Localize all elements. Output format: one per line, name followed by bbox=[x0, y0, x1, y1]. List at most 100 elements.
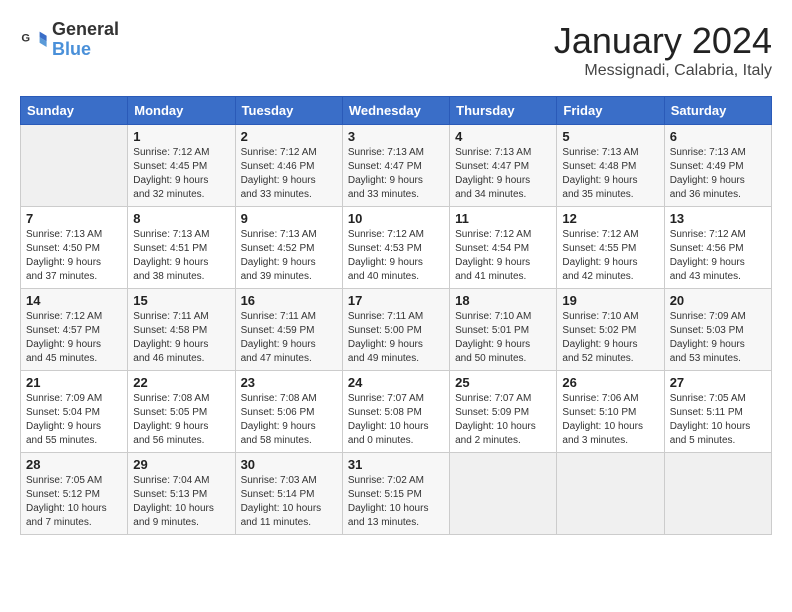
day-number: 12 bbox=[562, 211, 658, 226]
month-title: January 2024 bbox=[554, 20, 772, 62]
day-info: Sunrise: 7:07 AM Sunset: 5:09 PM Dayligh… bbox=[455, 392, 551, 448]
day-number: 6 bbox=[670, 129, 766, 144]
logo-line2: Blue bbox=[52, 39, 91, 59]
day-number: 22 bbox=[133, 375, 229, 390]
logo: G General Blue bbox=[20, 20, 119, 60]
calendar-week-1: 7 Sunrise: 7:13 AM Sunset: 4:50 PM Daylig… bbox=[21, 207, 772, 289]
calendar-cell: 28 Sunrise: 7:05 AM Sunset: 5:12 PM Dayli… bbox=[21, 453, 128, 535]
day-info: Sunrise: 7:10 AM Sunset: 5:02 PM Dayligh… bbox=[562, 310, 658, 366]
day-number: 8 bbox=[133, 211, 229, 226]
day-info: Sunrise: 7:12 AM Sunset: 4:53 PM Dayligh… bbox=[348, 228, 444, 284]
day-number: 18 bbox=[455, 293, 551, 308]
day-info: Sunrise: 7:13 AM Sunset: 4:48 PM Dayligh… bbox=[562, 146, 658, 202]
day-info: Sunrise: 7:05 AM Sunset: 5:11 PM Dayligh… bbox=[670, 392, 766, 448]
day-number: 7 bbox=[26, 211, 122, 226]
day-info: Sunrise: 7:13 AM Sunset: 4:49 PM Dayligh… bbox=[670, 146, 766, 202]
calendar-cell: 27 Sunrise: 7:05 AM Sunset: 5:11 PM Dayli… bbox=[664, 371, 771, 453]
day-number: 5 bbox=[562, 129, 658, 144]
calendar-cell: 18 Sunrise: 7:10 AM Sunset: 5:01 PM Dayli… bbox=[450, 289, 557, 371]
day-info: Sunrise: 7:13 AM Sunset: 4:52 PM Dayligh… bbox=[241, 228, 337, 284]
day-number: 28 bbox=[26, 457, 122, 472]
logo-line1: General bbox=[52, 20, 119, 40]
calendar-cell: 17 Sunrise: 7:11 AM Sunset: 5:00 PM Dayli… bbox=[342, 289, 449, 371]
day-number: 17 bbox=[348, 293, 444, 308]
day-info: Sunrise: 7:09 AM Sunset: 5:04 PM Dayligh… bbox=[26, 392, 122, 448]
day-info: Sunrise: 7:13 AM Sunset: 4:47 PM Dayligh… bbox=[348, 146, 444, 202]
calendar-cell: 6 Sunrise: 7:13 AM Sunset: 4:49 PM Daylig… bbox=[664, 125, 771, 207]
calendar-cell: 13Sunrise: 7:12 AM Sunset: 4:56 PM Dayli… bbox=[664, 207, 771, 289]
calendar-cell: 5 Sunrise: 7:13 AM Sunset: 4:48 PM Daylig… bbox=[557, 125, 664, 207]
calendar-cell: 4Sunrise: 7:13 AM Sunset: 4:47 PM Daylig… bbox=[450, 125, 557, 207]
day-info: Sunrise: 7:09 AM Sunset: 5:03 PM Dayligh… bbox=[670, 310, 766, 366]
calendar-table: SundayMondayTuesdayWednesdayThursdayFrid… bbox=[20, 96, 772, 535]
calendar-cell: 2Sunrise: 7:12 AM Sunset: 4:46 PM Daylig… bbox=[235, 125, 342, 207]
calendar-cell: 19 Sunrise: 7:10 AM Sunset: 5:02 PM Dayli… bbox=[557, 289, 664, 371]
day-info: Sunrise: 7:11 AM Sunset: 5:00 PM Dayligh… bbox=[348, 310, 444, 366]
day-info: Sunrise: 7:11 AM Sunset: 4:59 PM Dayligh… bbox=[241, 310, 337, 366]
title-block: January 2024 Messignadi, Calabria, Italy bbox=[554, 20, 772, 80]
calendar-cell bbox=[450, 453, 557, 535]
day-number: 30 bbox=[241, 457, 337, 472]
day-number: 27 bbox=[670, 375, 766, 390]
calendar-cell bbox=[664, 453, 771, 535]
calendar-cell: 31Sunrise: 7:02 AM Sunset: 5:15 PM Dayli… bbox=[342, 453, 449, 535]
day-info: Sunrise: 7:13 AM Sunset: 4:50 PM Dayligh… bbox=[26, 228, 122, 284]
weekday-header-wednesday: Wednesday bbox=[342, 97, 449, 125]
day-number: 9 bbox=[241, 211, 337, 226]
calendar-cell: 20 Sunrise: 7:09 AM Sunset: 5:03 PM Dayli… bbox=[664, 289, 771, 371]
day-info: Sunrise: 7:06 AM Sunset: 5:10 PM Dayligh… bbox=[562, 392, 658, 448]
day-number: 15 bbox=[133, 293, 229, 308]
calendar-cell: 10Sunrise: 7:12 AM Sunset: 4:53 PM Dayli… bbox=[342, 207, 449, 289]
day-number: 25 bbox=[455, 375, 551, 390]
calendar-cell: 22 Sunrise: 7:08 AM Sunset: 5:05 PM Dayli… bbox=[128, 371, 235, 453]
calendar-cell: 7 Sunrise: 7:13 AM Sunset: 4:50 PM Daylig… bbox=[21, 207, 128, 289]
day-number: 16 bbox=[241, 293, 337, 308]
calendar-cell: 21Sunrise: 7:09 AM Sunset: 5:04 PM Dayli… bbox=[21, 371, 128, 453]
calendar-cell: 29Sunrise: 7:04 AM Sunset: 5:13 PM Dayli… bbox=[128, 453, 235, 535]
calendar-cell: 26 Sunrise: 7:06 AM Sunset: 5:10 PM Dayli… bbox=[557, 371, 664, 453]
calendar-cell: 14Sunrise: 7:12 AM Sunset: 4:57 PM Dayli… bbox=[21, 289, 128, 371]
weekday-header-thursday: Thursday bbox=[450, 97, 557, 125]
calendar-body: 1Sunrise: 7:12 AM Sunset: 4:45 PM Daylig… bbox=[21, 125, 772, 535]
day-number: 24 bbox=[348, 375, 444, 390]
calendar-cell: 9 Sunrise: 7:13 AM Sunset: 4:52 PM Daylig… bbox=[235, 207, 342, 289]
day-info: Sunrise: 7:04 AM Sunset: 5:13 PM Dayligh… bbox=[133, 474, 229, 530]
calendar-week-0: 1Sunrise: 7:12 AM Sunset: 4:45 PM Daylig… bbox=[21, 125, 772, 207]
day-info: Sunrise: 7:12 AM Sunset: 4:45 PM Dayligh… bbox=[133, 146, 229, 202]
day-info: Sunrise: 7:08 AM Sunset: 5:05 PM Dayligh… bbox=[133, 392, 229, 448]
calendar-cell: 23Sunrise: 7:08 AM Sunset: 5:06 PM Dayli… bbox=[235, 371, 342, 453]
calendar-cell: 8 Sunrise: 7:13 AM Sunset: 4:51 PM Daylig… bbox=[128, 207, 235, 289]
weekday-header-row: SundayMondayTuesdayWednesdayThursdayFrid… bbox=[21, 97, 772, 125]
day-info: Sunrise: 7:12 AM Sunset: 4:55 PM Dayligh… bbox=[562, 228, 658, 284]
day-info: Sunrise: 7:13 AM Sunset: 4:51 PM Dayligh… bbox=[133, 228, 229, 284]
day-info: Sunrise: 7:13 AM Sunset: 4:47 PM Dayligh… bbox=[455, 146, 551, 202]
day-info: Sunrise: 7:07 AM Sunset: 5:08 PM Dayligh… bbox=[348, 392, 444, 448]
day-info: Sunrise: 7:05 AM Sunset: 5:12 PM Dayligh… bbox=[26, 474, 122, 530]
day-info: Sunrise: 7:08 AM Sunset: 5:06 PM Dayligh… bbox=[241, 392, 337, 448]
calendar-week-2: 14Sunrise: 7:12 AM Sunset: 4:57 PM Dayli… bbox=[21, 289, 772, 371]
day-info: Sunrise: 7:12 AM Sunset: 4:54 PM Dayligh… bbox=[455, 228, 551, 284]
logo-text: General Blue bbox=[52, 20, 119, 60]
calendar-cell bbox=[557, 453, 664, 535]
day-number: 11 bbox=[455, 211, 551, 226]
day-info: Sunrise: 7:12 AM Sunset: 4:46 PM Dayligh… bbox=[241, 146, 337, 202]
calendar-cell: 11 Sunrise: 7:12 AM Sunset: 4:54 PM Dayli… bbox=[450, 207, 557, 289]
weekday-header-saturday: Saturday bbox=[664, 97, 771, 125]
page-header: G General Blue January 2024 Messignadi, … bbox=[20, 20, 772, 80]
calendar-cell: 25 Sunrise: 7:07 AM Sunset: 5:09 PM Dayli… bbox=[450, 371, 557, 453]
calendar-cell: 24 Sunrise: 7:07 AM Sunset: 5:08 PM Dayli… bbox=[342, 371, 449, 453]
day-number: 3 bbox=[348, 129, 444, 144]
day-number: 26 bbox=[562, 375, 658, 390]
calendar-cell: 1Sunrise: 7:12 AM Sunset: 4:45 PM Daylig… bbox=[128, 125, 235, 207]
calendar-week-3: 21Sunrise: 7:09 AM Sunset: 5:04 PM Dayli… bbox=[21, 371, 772, 453]
weekday-header-friday: Friday bbox=[557, 97, 664, 125]
day-info: Sunrise: 7:12 AM Sunset: 4:56 PM Dayligh… bbox=[670, 228, 766, 284]
day-number: 19 bbox=[562, 293, 658, 308]
calendar-cell: 15 Sunrise: 7:11 AM Sunset: 4:58 PM Dayli… bbox=[128, 289, 235, 371]
day-info: Sunrise: 7:10 AM Sunset: 5:01 PM Dayligh… bbox=[455, 310, 551, 366]
calendar-cell: 16 Sunrise: 7:11 AM Sunset: 4:59 PM Dayli… bbox=[235, 289, 342, 371]
day-info: Sunrise: 7:11 AM Sunset: 4:58 PM Dayligh… bbox=[133, 310, 229, 366]
day-number: 20 bbox=[670, 293, 766, 308]
logo-icon: G bbox=[20, 26, 48, 54]
day-info: Sunrise: 7:02 AM Sunset: 5:15 PM Dayligh… bbox=[348, 474, 444, 530]
